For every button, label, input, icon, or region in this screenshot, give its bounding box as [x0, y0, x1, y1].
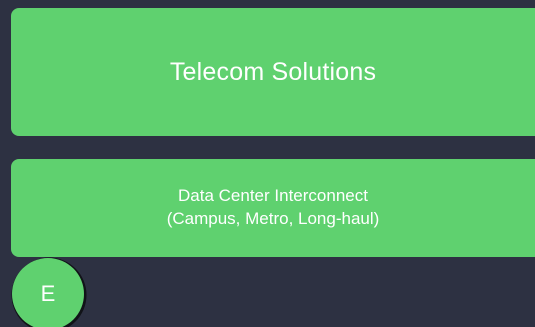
data-center-interconnect-card[interactable]: Data Center Interconnect (Campus, Metro,…: [11, 159, 535, 257]
card-line-secondary: (Campus, Metro, Long-haul): [166, 209, 380, 228]
telecom-solutions-card[interactable]: Telecom Solutions: [11, 8, 535, 136]
card-line-primary: Data Center Interconnect: [178, 186, 368, 206]
card-title: Telecom Solutions: [169, 57, 377, 86]
avatar-initial: E: [40, 281, 56, 306]
avatar[interactable]: E: [12, 258, 84, 327]
page-canvas: Telecom Solutions Data Center Interconne…: [0, 0, 535, 327]
